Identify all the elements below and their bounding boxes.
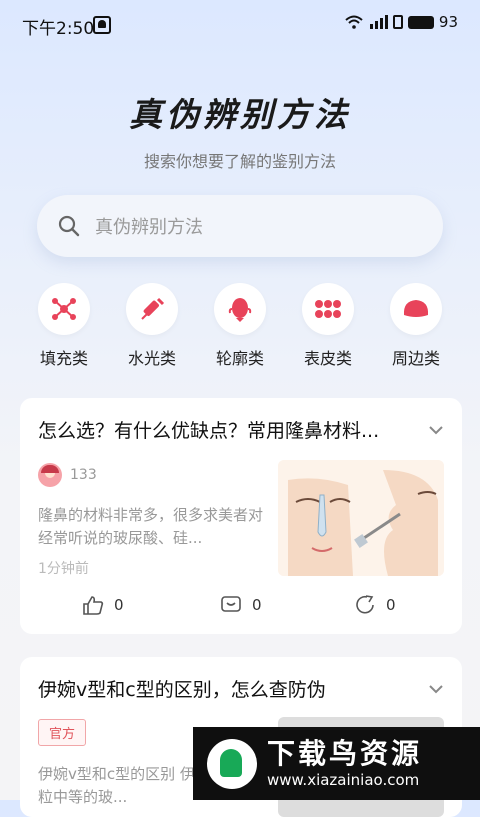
- face-icon: [228, 298, 252, 322]
- category-label: 周边类: [391, 349, 440, 368]
- category-item-fill[interactable]: 填充类: [20, 283, 108, 369]
- article-time: 1分钟前: [38, 561, 89, 577]
- sim-icon: [392, 15, 403, 29]
- official-badge: 官方: [38, 719, 87, 746]
- author-name: 133: [70, 467, 97, 483]
- battery-level: 93: [438, 13, 458, 31]
- status-icons: 93: [345, 13, 458, 31]
- bird-logo-icon: [207, 738, 257, 789]
- category-label: 水光类: [127, 349, 176, 368]
- share-count: 0: [386, 596, 396, 614]
- search-icon: [58, 215, 80, 237]
- article-title: 伊婉v型和c型的区别，怎么查防伪: [38, 679, 326, 701]
- category-item-other[interactable]: 周边类: [372, 283, 460, 369]
- like-stat[interactable]: 0: [82, 594, 124, 616]
- molecule-icon: [52, 298, 76, 320]
- watermark-title: 下载鸟资源: [267, 736, 423, 770]
- article-excerpt: 隆鼻的材料非常多，很多求美者对经常听说的玻尿酸、硅...: [38, 506, 264, 547]
- category-item-contour[interactable]: 轮廓类: [196, 283, 284, 369]
- share-icon: [356, 595, 374, 614]
- syringe-icon: [141, 297, 165, 320]
- signal-icon: [369, 15, 388, 29]
- wifi-icon: [345, 15, 363, 29]
- comment-icon: [221, 596, 241, 612]
- dots-icon: [315, 300, 341, 318]
- search-placeholder: 真伪辨别方法: [95, 217, 203, 238]
- category-label: 表皮类: [303, 349, 352, 368]
- category-item-skin[interactable]: 表皮类: [284, 283, 372, 369]
- thumbs-up-icon: [83, 596, 104, 615]
- article-thumbnail[interactable]: [278, 460, 444, 576]
- battery-icon: [407, 15, 434, 29]
- page-title: 真伪辨别方法: [129, 95, 351, 134]
- search-bar[interactable]: 真伪辨别方法: [37, 195, 443, 257]
- category-label: 填充类: [39, 349, 88, 368]
- notification-icon: [93, 16, 111, 34]
- page-subtitle: 搜索你想要了解的鉴别方法: [143, 152, 336, 171]
- share-stat[interactable]: 0: [354, 594, 396, 616]
- chevron-down-icon[interactable]: [428, 422, 444, 438]
- watermark-url: www.xiazainiao.com: [267, 770, 420, 789]
- comment-count: 0: [252, 596, 262, 614]
- like-count: 0: [114, 596, 124, 614]
- status-bar: 下午2:50 93: [0, 0, 480, 46]
- article-title: 怎么选？有什么优缺点？常用隆鼻材料...: [38, 420, 380, 442]
- category-row: 填充类 水光类 轮廓类 表皮类 周边类: [20, 283, 460, 369]
- comment-stat[interactable]: 0: [220, 594, 262, 616]
- category-item-water[interactable]: 水光类: [108, 283, 196, 369]
- status-time: 下午2:50: [22, 19, 95, 39]
- article-card[interactable]: 怎么选？有什么优缺点？常用隆鼻材料... 133 隆鼻的材料非常多，很多求美者对…: [20, 398, 462, 634]
- blob-icon: [403, 300, 429, 317]
- watermark-banner: 下载鸟资源 www.xiazainiao.com: [193, 727, 480, 800]
- category-label: 轮廓类: [215, 349, 264, 368]
- avatar: [38, 463, 62, 487]
- nose-illustration: [278, 460, 444, 576]
- chevron-down-icon[interactable]: [428, 681, 444, 697]
